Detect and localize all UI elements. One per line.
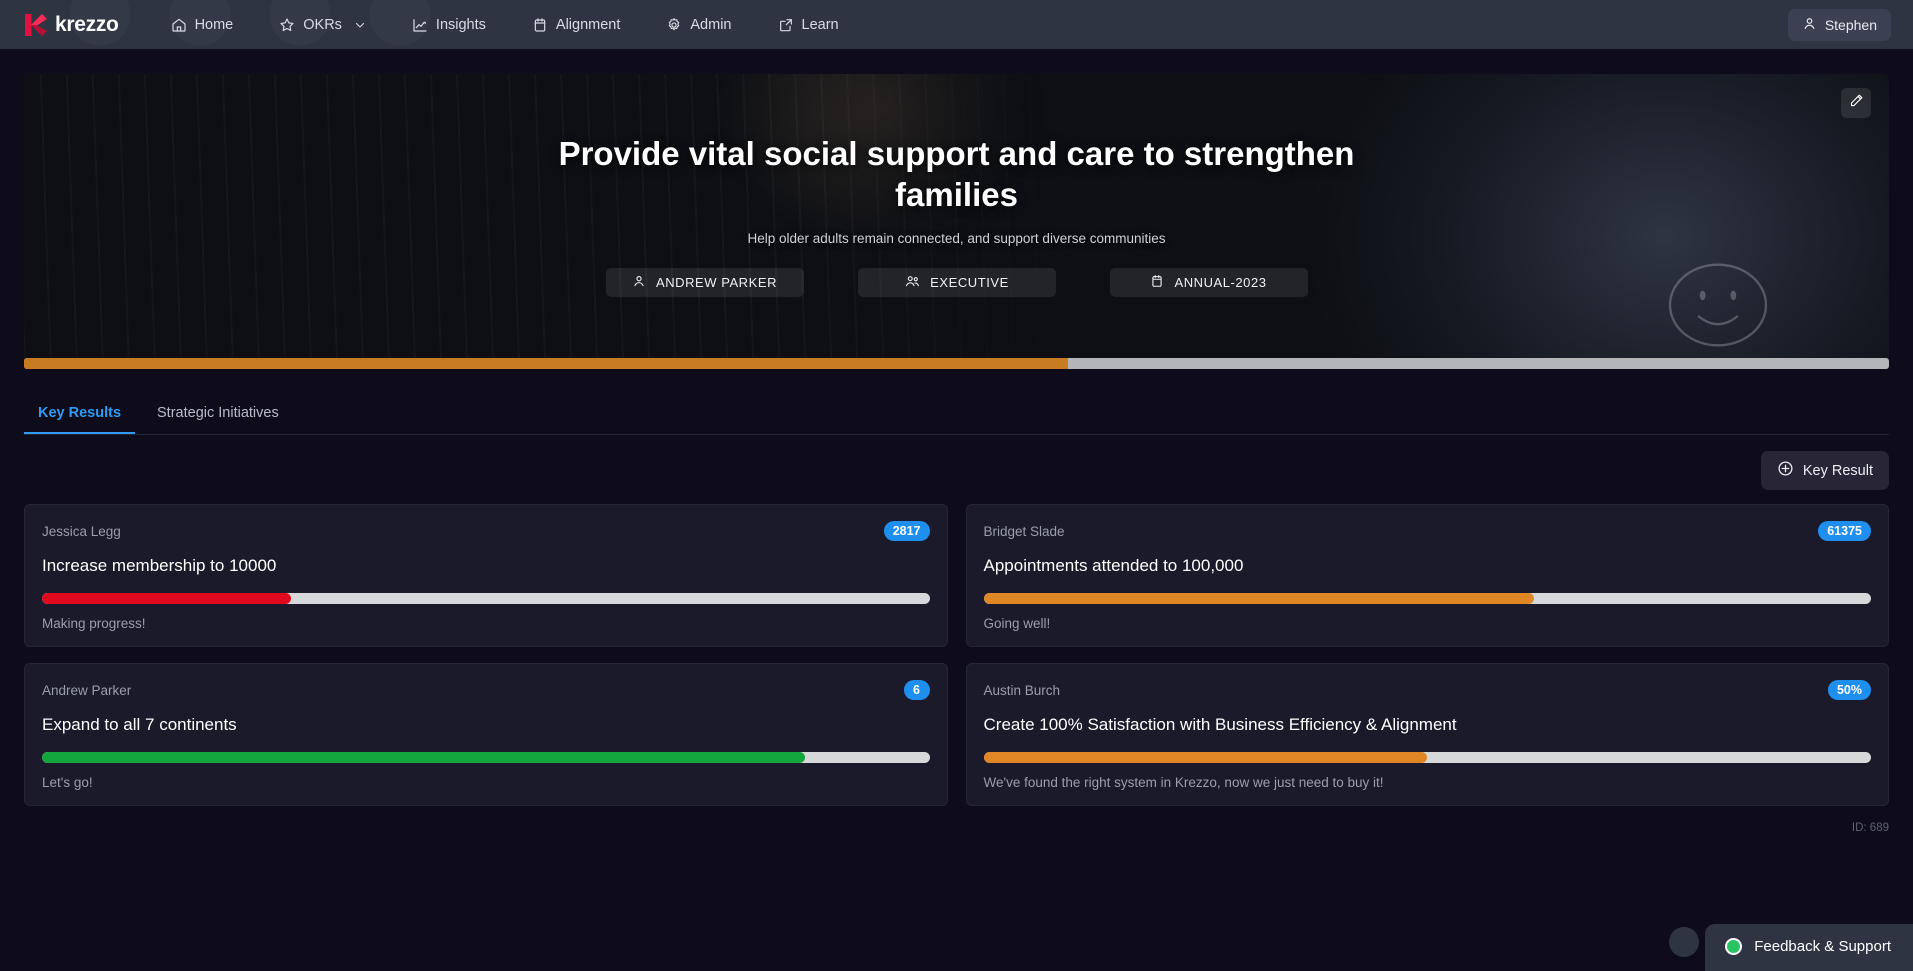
external-link-icon	[778, 17, 794, 33]
objective-id-label: ID: 689	[1851, 822, 1889, 834]
home-icon	[171, 17, 187, 33]
top-navbar: krezzo Home OKRs Insights Alignment Admi…	[0, 0, 1913, 49]
nav-item-home[interactable]: Home	[163, 11, 242, 39]
chevron-down-icon[interactable]	[354, 19, 366, 31]
status-dot-icon	[1725, 938, 1743, 955]
nav-item-learn-label: Learn	[801, 16, 839, 33]
key-result-progress-bar	[983, 593, 1871, 604]
krezzo-logo-icon	[25, 13, 47, 36]
tab-strategic-initiatives-label: Strategic Initiatives	[157, 405, 279, 421]
tab-key-results-label: Key Results	[38, 405, 122, 421]
objective-period-pill[interactable]: ANNUAL-2023	[1109, 267, 1308, 297]
key-result-owner: Austin Burch	[983, 682, 1061, 698]
gear-icon	[666, 17, 682, 33]
key-result-progress-bar	[42, 593, 930, 604]
key-result-card[interactable]: Jessica Legg 2817 Increase membership to…	[24, 504, 948, 647]
chart-line-icon	[412, 17, 428, 33]
person-icon	[632, 274, 646, 291]
hero-banner: Provide vital social support and care to…	[24, 74, 1889, 369]
key-result-title: Increase membership to 10000	[42, 556, 277, 575]
key-result-progress-fill	[42, 752, 806, 763]
objective-owner-pill[interactable]: ANDREW PARKER	[605, 267, 804, 297]
objective-owner-label: ANDREW PARKER	[655, 274, 778, 290]
key-result-progress-fill	[42, 593, 291, 604]
user-menu-button[interactable]: Stephen	[1787, 8, 1891, 41]
nav-item-alignment[interactable]: Alignment	[524, 11, 628, 39]
key-result-title: Create 100% Satisfaction with Business E…	[983, 715, 1457, 734]
key-result-title: Appointments attended to 100,000	[983, 556, 1244, 575]
objective-meta-pills: ANDREW PARKER EXECUTIVE ANNUAL-2023	[605, 267, 1308, 297]
key-result-badge: 2817	[883, 521, 930, 541]
brand-logo[interactable]: krezzo	[22, 12, 119, 38]
nav-item-okrs[interactable]: OKRs	[271, 11, 374, 39]
key-result-progress-fill	[983, 752, 1428, 763]
nav-items: Home OKRs Insights Alignment Admin Learn	[163, 11, 847, 39]
edit-objective-button[interactable]	[1841, 88, 1871, 118]
user-name-label: Stephen	[1824, 16, 1877, 33]
objective-team-pill[interactable]: EXECUTIVE	[857, 267, 1056, 297]
tab-key-results[interactable]: Key Results	[24, 397, 136, 434]
nav-item-admin[interactable]: Admin	[658, 11, 739, 39]
objective-period-label: ANNUAL-2023	[1174, 274, 1267, 290]
feedback-support-label: Feedback & Support	[1754, 938, 1891, 955]
calendar-icon	[532, 17, 548, 33]
key-results-grid: Jessica Legg 2817 Increase membership to…	[24, 504, 1889, 806]
hero-section: Provide vital social support and care to…	[0, 49, 1913, 369]
feedback-support-button[interactable]: Feedback & Support	[1705, 924, 1913, 971]
key-result-progress-fill	[983, 593, 1534, 604]
objective-team-label: EXECUTIVE	[930, 274, 1009, 290]
add-key-result-label: Key Result	[1802, 462, 1873, 479]
objective-subtitle: Help older adults remain connected, and …	[747, 230, 1166, 246]
brand-name: krezzo	[55, 12, 119, 36]
card-header: Austin Burch 50%	[983, 680, 1871, 700]
nav-item-home-label: Home	[194, 16, 234, 33]
nav-item-alignment-label: Alignment	[555, 16, 621, 33]
key-result-owner: Bridget Slade	[983, 523, 1065, 539]
calendar-icon	[1150, 274, 1164, 291]
key-result-note: Let's go!	[42, 775, 93, 790]
content-tabs: Key Results Strategic Initiatives	[24, 397, 1889, 435]
key-result-badge: 50%	[1827, 680, 1871, 700]
add-key-result-button[interactable]: Key Result	[1760, 451, 1889, 490]
person-icon	[1802, 16, 1817, 34]
actions-row: Key Result	[24, 451, 1889, 490]
key-result-badge: 61375	[1818, 521, 1871, 541]
nav-item-learn[interactable]: Learn	[770, 11, 847, 39]
key-result-note: Making progress!	[42, 616, 146, 631]
key-result-badge: 6	[903, 680, 930, 700]
key-result-card[interactable]: Austin Burch 50% Create 100% Satisfactio…	[965, 663, 1889, 806]
nav-item-insights[interactable]: Insights	[404, 11, 494, 39]
nav-item-okrs-label: OKRs	[303, 16, 342, 33]
card-header: Bridget Slade 61375	[983, 521, 1871, 541]
key-result-card[interactable]: Andrew Parker 6 Expand to all 7 continen…	[24, 663, 948, 806]
key-result-note: Going well!	[983, 616, 1051, 631]
key-result-title: Expand to all 7 continents	[42, 715, 237, 734]
tab-strategic-initiatives[interactable]: Strategic Initiatives	[143, 397, 293, 434]
key-result-card[interactable]: Bridget Slade 61375 Appointments attende…	[965, 504, 1889, 647]
pencil-icon	[1849, 93, 1864, 113]
feedback-widget-tail	[1669, 927, 1699, 957]
people-icon	[904, 274, 920, 291]
key-result-owner: Jessica Legg	[42, 523, 121, 539]
key-result-progress-bar	[42, 752, 930, 763]
key-result-owner: Andrew Parker	[42, 682, 132, 698]
key-result-note: We've found the right system in Krezzo, …	[983, 775, 1384, 790]
nav-item-insights-label: Insights	[435, 16, 486, 33]
star-icon	[279, 17, 295, 33]
plus-circle-icon	[1777, 460, 1794, 481]
card-header: Andrew Parker 6	[42, 680, 930, 700]
objective-title: Provide vital social support and care to…	[558, 135, 1355, 213]
card-header: Jessica Legg 2817	[42, 521, 930, 541]
key-result-progress-bar	[983, 752, 1871, 763]
nav-item-admin-label: Admin	[690, 16, 732, 33]
